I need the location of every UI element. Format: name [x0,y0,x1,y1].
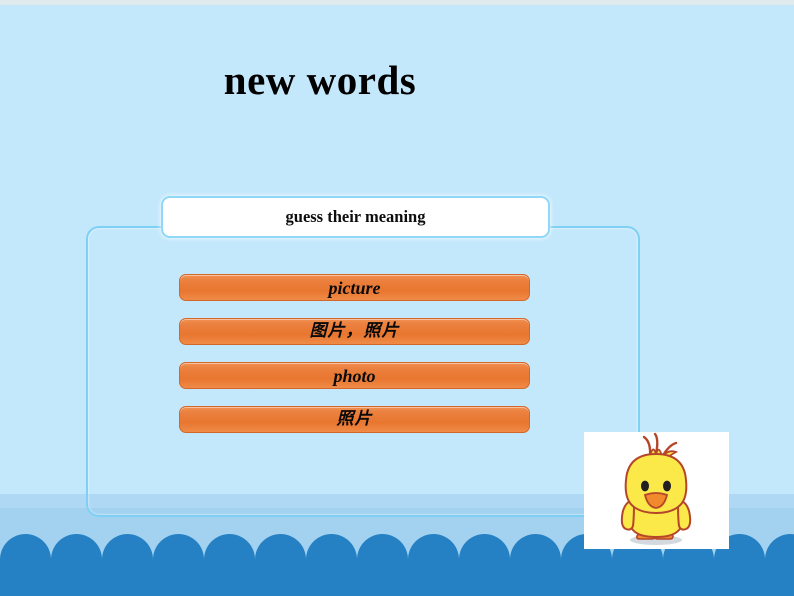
scallop-dome [484,566,535,596]
scallop-dome [127,566,178,596]
scallop-dome [331,566,382,596]
scallop-dome [739,566,790,596]
word-bar-label: picture [328,277,381,298]
word-bar-label: photo [333,365,376,386]
duckling-icon [620,432,692,545]
word-bar[interactable]: 照片 [179,406,530,433]
scallop-row-front [0,566,794,596]
top-edge-strip [0,0,794,5]
scallop-dome [637,566,688,596]
scallop-dome [433,566,484,596]
scallop-dome [688,566,739,596]
scallop-dome [76,566,127,596]
scallop-dome [382,566,433,596]
scallop-dome [178,566,229,596]
page-title: new words [223,57,417,103]
scallop-dome [229,566,280,596]
duckling-image-card [584,432,729,549]
word-bar-label: 照片 [336,409,373,429]
word-bar-label: 图片，照片 [309,321,400,341]
instruction-banner-label: guess their meaning [285,207,426,226]
instruction-banner: guess their meaning [161,196,550,238]
slide-canvas: new words guess their meaning picture 图片… [0,0,794,596]
scallop-dome [535,566,586,596]
word-bar[interactable]: 图片，照片 [179,318,530,345]
scallop-dome [586,566,637,596]
scallop-dome [280,566,331,596]
scallop-dome [0,566,25,596]
scallop-dome [25,566,76,596]
word-bar[interactable]: photo [179,362,530,389]
scallop-dome [790,566,794,596]
word-bar[interactable]: picture [179,274,530,301]
